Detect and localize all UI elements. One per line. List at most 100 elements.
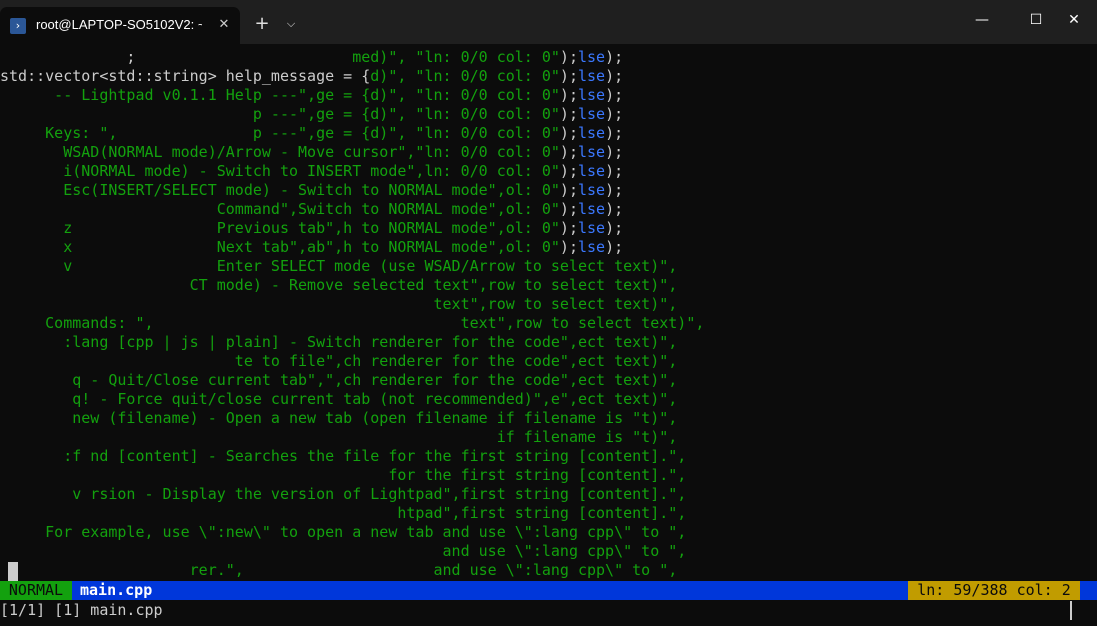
- code-segment: lse: [577, 124, 606, 142]
- code-segment: );: [559, 162, 578, 180]
- code-segment: std::vector<std::string> help_message = …: [0, 67, 371, 85]
- code-segment: lse: [577, 67, 606, 85]
- code-segment: );: [605, 124, 624, 142]
- terminal-line: v rsion - Display the version of Lightpa…: [0, 485, 686, 504]
- code-segment: z Previous tab",h to NORMAL mode",ol: 0": [0, 219, 560, 237]
- terminal-editor-area[interactable]: ; med)", "ln: 0/0 col: 0");lse); std::vec…: [0, 48, 1097, 580]
- code-segment: Esc(INSERT/SELECT mode) - Switch to NORM…: [0, 181, 560, 199]
- code-segment: lse: [577, 105, 606, 123]
- terminal-line: text",row to select text)",: [0, 295, 677, 314]
- code-segment: med)", "ln: 0/0 col: 0": [352, 48, 560, 66]
- code-segment: rer.", and use \":lang cpp\" to ",: [0, 561, 678, 579]
- code-segment: x Next tab",ab",h to NORMAL mode",ol: 0": [0, 238, 560, 256]
- code-segment: i(NORMAL mode) - Switch to INSERT mode",…: [0, 162, 560, 180]
- code-segment: v rsion - Display the version of Lightpa…: [0, 485, 687, 503]
- tab-title: root@LAPTOP-SO5102V2: ~/p: [36, 17, 202, 32]
- code-segment: v Enter SELECT mode (use WSAD/Arrow to s…: [0, 257, 678, 275]
- code-segment: lse: [577, 86, 606, 104]
- code-segment: p ---",ge = {: [0, 105, 371, 123]
- code-segment: );: [605, 181, 624, 199]
- terminal-line: ; med)", "ln: 0/0 col: 0");lse);: [0, 48, 623, 67]
- close-tab-icon[interactable]: ✕: [214, 15, 234, 35]
- code-segment: Command",Switch to NORMAL mode",ol: 0": [0, 200, 560, 218]
- code-segment: lse: [577, 200, 606, 218]
- code-segment: q - Quit/Close current tab",",ch rendere…: [0, 371, 678, 389]
- terminal-line: q - Quit/Close current tab",",ch rendere…: [0, 371, 677, 390]
- code-segment: :lang [cpp | js | plain] - Switch render…: [0, 333, 678, 351]
- terminal-line: te to file",ch renderer for the code",ec…: [0, 352, 678, 371]
- code-segment: d)", "ln: 0/0 col: 0": [370, 67, 560, 85]
- code-segment: );: [605, 162, 624, 180]
- code-segment: For example, use \":new\" to open a new …: [0, 523, 687, 541]
- terminal-line: :lang [cpp | js | plain] - Switch render…: [0, 333, 677, 352]
- code-segment: );: [559, 105, 578, 123]
- code-segment: for the first string [content].",: [0, 466, 687, 484]
- code-segment: p ---",ge = {d)", "ln: 0/0 col: 0": [117, 124, 560, 142]
- minimize-button[interactable]: —: [959, 0, 1005, 40]
- powershell-icon: ›: [10, 18, 26, 34]
- code-segment: d)", "ln: 0/0 col: 0": [370, 105, 560, 123]
- code-segment: Keys: ",: [0, 124, 118, 142]
- code-segment: lse: [577, 48, 606, 66]
- terminal-line: x Next tab",ab",h to NORMAL mode",ol: 0"…: [0, 238, 623, 257]
- code-segment: );: [559, 86, 578, 104]
- terminal-line: For example, use \":new\" to open a new …: [0, 523, 686, 542]
- terminal-line: Commands: ", text",row to select text)",: [0, 314, 704, 333]
- code-segment: CT mode) - Remove selected text",row to …: [0, 276, 678, 294]
- code-segment: );: [559, 67, 578, 85]
- code-segment: :f nd [content] - Searches the file for …: [0, 447, 687, 465]
- code-segment: q! - Force quit/close current tab (not r…: [0, 390, 678, 408]
- code-segment: htpad",first string [content].",: [0, 504, 687, 522]
- mode-indicator: NORMAL: [0, 581, 72, 600]
- code-segment: if filename is "t)",: [0, 428, 678, 446]
- code-segment: WSAD(NORMAL mode)/Arrow - Move cursor","…: [0, 143, 560, 161]
- code-segment: ;: [0, 48, 353, 66]
- code-segment: and use \":lang cpp\" to ",: [0, 542, 687, 560]
- code-segment: );: [559, 238, 578, 256]
- terminal-tab[interactable]: › root@LAPTOP-SO5102V2: ~/p ✕: [0, 7, 240, 44]
- close-window-button[interactable]: ✕: [1051, 0, 1097, 40]
- code-segment: Commands: ", text",row to select text)",: [0, 314, 705, 332]
- terminal-line: WSAD(NORMAL mode)/Arrow - Move cursor","…: [0, 143, 623, 162]
- code-segment: );: [605, 238, 624, 256]
- command-line[interactable]: [1/1] [1] main.cpp: [0, 601, 163, 620]
- code-segment: d)", "ln: 0/0 col: 0": [370, 86, 560, 104]
- code-segment: );: [605, 200, 624, 218]
- terminal-line: p ---",ge = {d)", "ln: 0/0 col: 0");lse)…: [0, 105, 623, 124]
- code-segment: );: [559, 143, 578, 161]
- status-bar: NORMAL main.cpp ln: 59/388 col: 2: [0, 581, 1097, 600]
- code-segment: lse: [577, 238, 606, 256]
- terminal-line: Command",Switch to NORMAL mode",ol: 0");…: [0, 200, 623, 219]
- code-segment: );: [559, 200, 578, 218]
- code-segment: lse: [577, 181, 606, 199]
- code-segment: lse: [577, 143, 606, 161]
- code-segment: );: [605, 67, 624, 85]
- terminal-line: q! - Force quit/close current tab (not r…: [0, 390, 677, 409]
- code-segment: );: [559, 219, 578, 237]
- code-segment: );: [605, 86, 624, 104]
- code-segment: te to file",ch renderer for the code",ec…: [0, 352, 678, 370]
- code-segment: );: [559, 124, 578, 142]
- terminal-line: new (filename) - Open a new tab (open fi…: [0, 409, 677, 428]
- terminal-line: z Previous tab",h to NORMAL mode",ol: 0"…: [0, 219, 623, 238]
- terminal-line: CT mode) - Remove selected text",row to …: [0, 276, 678, 295]
- terminal-line: Keys: ", p ---",ge = {d)", "ln: 0/0 col:…: [0, 124, 623, 143]
- code-segment: text",row to select text)",: [0, 295, 678, 313]
- terminal-line: v Enter SELECT mode (use WSAD/Arrow to s…: [0, 257, 677, 276]
- code-segment: );: [559, 48, 578, 66]
- new-tab-button[interactable]: +: [250, 12, 274, 36]
- code-segment: new (filename) - Open a new tab (open fi…: [0, 409, 678, 427]
- terminal-line: for the first string [content].",: [0, 466, 686, 485]
- text-cursor: [8, 562, 18, 581]
- code-segment: );: [605, 48, 624, 66]
- code-segment: );: [559, 181, 578, 199]
- terminal-line: :f nd [content] - Searches the file for …: [0, 447, 686, 466]
- code-segment: lse: [577, 219, 606, 237]
- terminal-line: std::vector<std::string> help_message = …: [0, 67, 623, 86]
- terminal-line: htpad",first string [content].",: [0, 504, 686, 523]
- chevron-down-icon[interactable]: ⌵: [280, 12, 302, 36]
- terminal-line: i(NORMAL mode) - Switch to INSERT mode",…: [0, 162, 623, 181]
- code-segment: );: [605, 219, 624, 237]
- terminal-line: Esc(INSERT/SELECT mode) - Switch to NORM…: [0, 181, 623, 200]
- code-segment: );: [605, 105, 624, 123]
